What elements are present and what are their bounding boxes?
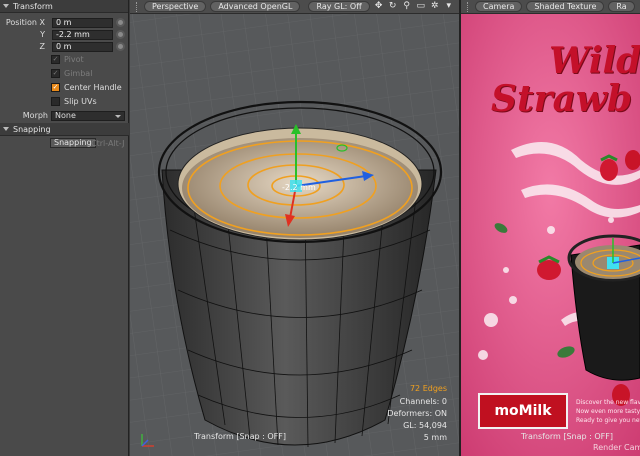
shaded-texture-tab[interactable]: Shaded Texture: [526, 1, 605, 12]
slip-uvs-checkbox[interactable]: [51, 97, 60, 106]
pivot-checkbox[interactable]: ✓: [51, 55, 60, 64]
move-icon[interactable]: ✥: [374, 2, 384, 12]
pivot-label: Pivot: [64, 55, 84, 64]
position-x-label: Position X: [5, 18, 45, 27]
camera-transform-status: Transform [Snap : OFF]: [521, 432, 613, 441]
zoom-icon[interactable]: ⚲: [402, 2, 412, 12]
center-handle-label: Center Handle: [64, 83, 122, 92]
gl-polycount: GL: 54,094: [403, 421, 447, 430]
slip-uvs-label: Slip UVs: [64, 97, 97, 106]
poster-title-line2: Strawb: [491, 78, 633, 120]
ad-copy-line: Ready to give you new: [576, 417, 640, 424]
camera-viewport-toolbar: Camera Shaded Texture Ra: [461, 0, 640, 14]
position-y-channel-icon[interactable]: [116, 30, 125, 39]
poster-title-line1: Wild: [549, 40, 640, 82]
snapping-button[interactable]: Snapping: [50, 138, 96, 148]
collapse-triangle-icon[interactable]: [3, 4, 9, 8]
handle-readout: -2.2 mm: [282, 183, 316, 192]
position-z-channel-icon[interactable]: [116, 42, 125, 51]
settings-icon[interactable]: ✲: [430, 2, 440, 12]
snapping-section-header[interactable]: Snapping: [0, 123, 129, 136]
channels-count: Channels: 0: [399, 397, 447, 406]
camera-view-tab[interactable]: Camera: [475, 1, 523, 12]
morph-label: Morph: [22, 111, 48, 120]
ray-gl-tab[interactable]: Ray GL: Off: [308, 1, 370, 12]
position-z-label: Z: [39, 42, 45, 51]
ad-copy-line: Discover the new flav: [576, 399, 640, 406]
morph-dropdown-value: None: [55, 110, 76, 120]
selection-count: 72 Edges: [409, 384, 447, 393]
deformers-status: Deformers: ON: [387, 409, 447, 418]
momilk-logo: moMilk: [478, 393, 568, 429]
fit-icon[interactable]: ▭: [416, 2, 426, 12]
transform-section-header[interactable]: Transform: [0, 0, 128, 13]
shading-mode-tab[interactable]: Advanced OpenGL: [210, 1, 301, 12]
gimbal-label: Gimbal: [64, 69, 93, 78]
viewport-toolbar: Perspective Advanced OpenGL Ray GL: Off …: [130, 0, 459, 14]
position-z-field[interactable]: 0 m: [52, 41, 113, 52]
rotate-icon[interactable]: ↻: [388, 2, 398, 12]
transform-status: Transform [Snap : OFF]: [194, 432, 286, 441]
camera-viewport[interactable]: Camera Shaded Texture Ra Wild Strawb moM…: [461, 0, 640, 456]
tool-properties-panel: Transform Position X 0 m Y -2.2 mm Z 0 m…: [0, 0, 129, 456]
snapping-section-title: Snapping: [13, 124, 51, 134]
toolbar-grip-icon[interactable]: [467, 1, 469, 12]
snapping-shortcut: Ctrl-Alt-J: [91, 139, 125, 148]
render-tab[interactable]: Ra: [608, 1, 635, 12]
render-camera-label: Render Came: [593, 443, 640, 452]
position-y-label: Y: [40, 30, 45, 39]
ad-copy: Discover the new flav Now even more tast…: [576, 398, 640, 425]
transform-section-title: Transform: [13, 1, 53, 11]
position-x-field[interactable]: 0 m: [52, 17, 113, 28]
dropdown-arrow-icon: [115, 114, 121, 118]
ad-copy-line: Now even more tasty: [576, 408, 640, 415]
center-handle-checkbox[interactable]: ✓: [51, 83, 60, 92]
menu-arrow-icon[interactable]: ▾: [444, 2, 454, 12]
toolbar-grip-icon[interactable]: [136, 1, 138, 12]
perspective-viewport[interactable]: Perspective Advanced OpenGL Ray GL: Off …: [130, 0, 459, 456]
position-x-channel-icon[interactable]: [116, 18, 125, 27]
collapse-triangle-icon[interactable]: [3, 127, 9, 131]
gimbal-checkbox[interactable]: ✓: [51, 69, 60, 78]
grid-size: 5 mm: [423, 433, 447, 442]
position-y-field[interactable]: -2.2 mm: [52, 29, 113, 40]
morph-dropdown[interactable]: None: [51, 110, 125, 121]
view-type-tab[interactable]: Perspective: [144, 1, 207, 12]
